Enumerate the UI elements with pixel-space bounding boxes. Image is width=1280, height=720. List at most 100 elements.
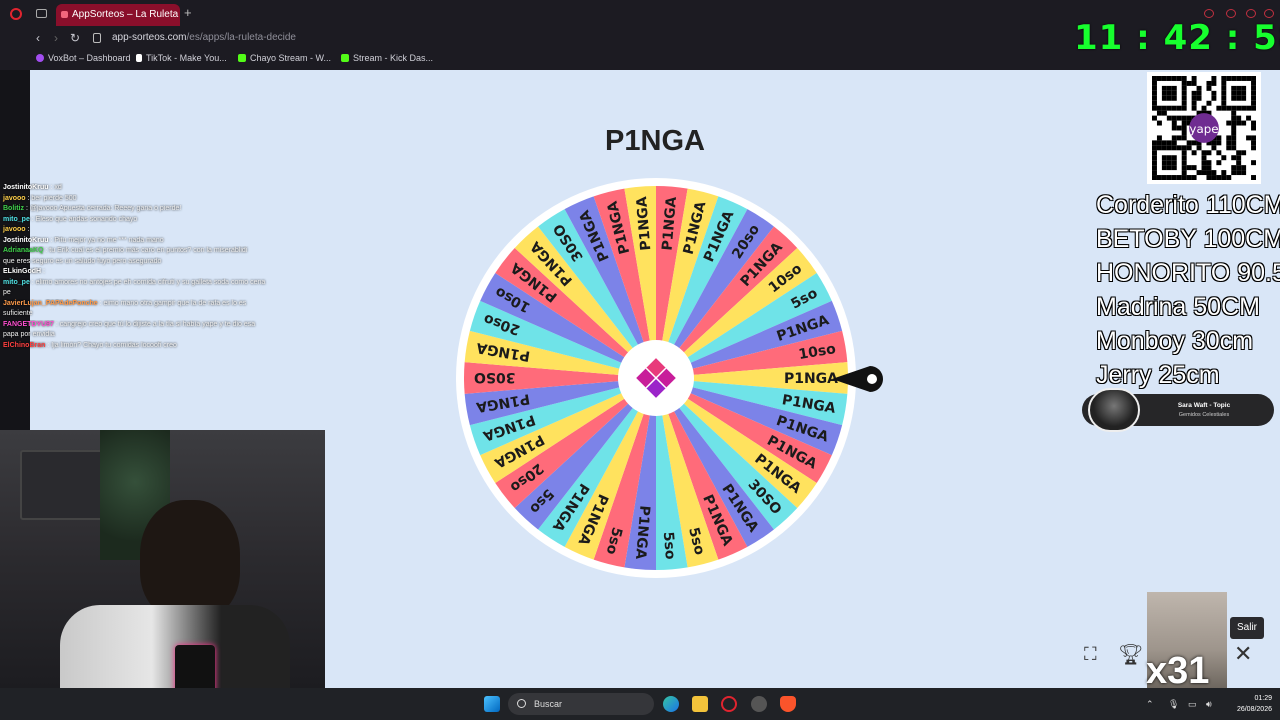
leaderboard-entry: Corderito 110CM [1096, 191, 1280, 219]
search-icon [517, 699, 526, 708]
leaderboard-entry: Jerry 25cm [1096, 361, 1220, 389]
chat-username[interactable]: mito_pe [3, 216, 30, 223]
chat-username[interactable]: javooo [3, 226, 26, 233]
chat-username[interactable]: AdrianaaKQ [3, 247, 43, 254]
chat-message: JavierLujan_PAPAdePonche : eimo mano otr… [0, 299, 325, 310]
chat-message: FANGETDYU97 : cangrejo creo que tú lo di… [0, 320, 325, 331]
chat-text: pe [3, 289, 11, 296]
qr-code-icon: yape [1152, 76, 1256, 180]
lock-icon[interactable] [93, 33, 101, 43]
webcam-feed [0, 430, 325, 690]
chat-username[interactable]: javooo [3, 195, 26, 202]
chat-username[interactable]: JostinitoKruu [3, 237, 49, 244]
url-field[interactable]: app-sorteos.com/es/apps/la-ruleta-decide [112, 32, 296, 43]
minimize-icon[interactable] [1226, 9, 1236, 18]
bookmark-kick-chayo[interactable]: Chayo Stream - W... [238, 53, 331, 63]
kick-icon [238, 54, 246, 62]
chat-message: javooo : [0, 225, 325, 236]
chat-message: ELkinGodH : [0, 267, 325, 278]
windows-start-icon[interactable] [484, 696, 500, 712]
taskbar-clock[interactable]: 01:29 26/08/2026 [1222, 693, 1272, 715]
tiktok-icon [136, 54, 142, 62]
chat-text: suficiente [3, 310, 33, 317]
back-icon[interactable]: ‹ [36, 31, 40, 45]
microphone-icon[interactable]: 🎙︎ [1168, 699, 1179, 710]
bookmark-tiktok[interactable]: TikTok - Make You... [136, 53, 227, 63]
chat-text: : Ija limón? Chayo tu comidas locoofi cr… [45, 341, 177, 349]
url-host: app-sorteos.com [112, 32, 187, 43]
tray-chevron-icon[interactable]: ⌃ [1146, 699, 1154, 710]
close-icon[interactable]: ✕ [1234, 641, 1252, 667]
leaderboard-entry: Monboy 30cm [1096, 327, 1254, 355]
chat-text: : cangrejo creo que tú lo dijiste a la t… [53, 320, 256, 328]
chat-username[interactable]: ELkinGodH [3, 268, 41, 275]
wheel-pointer-icon [832, 366, 883, 392]
chat-text: que eres seguro es un saludo fuyo pero a… [3, 257, 162, 265]
close-window-icon[interactable] [1264, 9, 1274, 18]
wheel-slice-label: 30SO [474, 369, 516, 385]
fullscreen-icon[interactable]: ⛶ [1084, 644, 1097, 665]
chat-message: ElChinoBran : Ija limón? Chayo tu comida… [0, 341, 325, 352]
chat-username[interactable]: Bolitiz [3, 205, 24, 212]
obs-icon[interactable] [751, 696, 767, 712]
chat-username[interactable]: ElChinoBran [3, 342, 45, 349]
reload-icon[interactable]: ↻ [70, 31, 80, 45]
webcam-microphone [175, 645, 215, 690]
chat-username[interactable]: JostinitoKruu [3, 184, 49, 191]
chat-username[interactable]: FANGETDYU97 [3, 321, 54, 328]
taskbar-search[interactable]: Buscar [508, 693, 654, 715]
bookmark-kick-dashboard[interactable]: Stream - Kick Das... [341, 53, 433, 63]
tab-islands-icon[interactable] [36, 9, 47, 18]
bookmark-label: TikTok - Make You... [146, 53, 227, 63]
chat-text: : eimo mano otra gampir que la de rafa e… [97, 299, 247, 307]
chat-message: JostinitoKruu : xd [0, 183, 325, 194]
search-tabs-icon[interactable] [1204, 9, 1214, 18]
chat-text: : tu Erik cual es el premio más caro en … [43, 247, 248, 254]
maximize-icon[interactable] [1246, 9, 1256, 18]
chat-text: : ber pierde 500 [25, 194, 77, 202]
yape-logo-label: yape [1189, 122, 1218, 136]
leaderboard: Corderito 110CM BETOBY 100CM HONORITO 90.5… [1096, 188, 1280, 392]
album-art [1088, 388, 1140, 432]
display-icon[interactable]: ▭ [1188, 699, 1197, 710]
appsorteos-favicon-icon [61, 11, 68, 18]
chat-username[interactable]: mito_pe [3, 279, 30, 286]
file-explorer-icon[interactable] [692, 696, 708, 712]
trophy-icon[interactable]: 🏆︎ [1118, 642, 1143, 667]
volume-icon[interactable]: 🔊︎ [1206, 699, 1212, 710]
chat-message: javooo : ber pierde 500 [0, 194, 325, 205]
brave-icon[interactable] [780, 696, 796, 712]
new-tab-icon[interactable]: + [184, 5, 192, 20]
bookmark-voxbot[interactable]: VoxBot – Dashboard [36, 53, 131, 63]
url-path: /es/apps/la-ruleta-decide [186, 32, 296, 43]
wheel-graphic[interactable]: P1NGA P1NGAP1NGA20soP1NGA10so5soP1NGA10so… [455, 177, 857, 579]
webcam-shelf [20, 450, 110, 520]
opera-gx-icon[interactable] [721, 696, 737, 712]
chat-text: : [25, 226, 30, 233]
taskbar-date: 26/08/2026 [1236, 706, 1272, 713]
leaderboard-entry: HONORITO 90.5C [1096, 259, 1280, 287]
forward-icon[interactable]: › [54, 31, 58, 45]
song-title: Sara Waft - Topic [1177, 402, 1231, 409]
bookmark-label: VoxBot – Dashboard [48, 53, 131, 63]
chat-message: mito_pe : Eleso que andas sonando chayo [0, 215, 325, 226]
opera-logo-icon[interactable] [10, 8, 22, 20]
salir-button[interactable]: Salir [1230, 617, 1264, 639]
tab-appsorteos[interactable]: AppSorteos – La Ruleta de [56, 4, 180, 26]
bookmark-label: Chayo Stream - W... [250, 53, 332, 63]
chat-username[interactable]: JavierLujan_PAPAdePonche [3, 300, 98, 307]
chat-text: : Pitu mejor ya no me *** nada mano [48, 236, 164, 244]
chat-message: Bolitiz : @javooo Apuesta cerrada: Reeey… [0, 204, 325, 215]
chat-text: : [41, 268, 46, 275]
screen: AppSorteos – La Ruleta de + ‹ › ↻ app-so… [0, 0, 1280, 720]
roulette-wheel[interactable]: P1NGA P1NGA P1NGA 20so P1NGA 10so 5so P1NGA 10so… [455, 177, 857, 579]
chat-text: : @javooo Apuesta cerrada: Reeey gana o … [24, 205, 182, 212]
edge-icon[interactable] [663, 696, 679, 712]
wheel-title: P1NGA [605, 125, 705, 157]
windows-taskbar: Buscar ⌃ 🎙︎ ▭ 🔊︎ 01:29 26/08/2026 [0, 688, 1280, 720]
voxbot-icon [36, 54, 44, 62]
chat-text: : xd [48, 184, 62, 191]
leaderboard-entry: Madrina 50CM [1096, 293, 1260, 321]
stream-chat: JostinitoKruu : xd javooo : ber pierde 50… [0, 183, 325, 423]
kick-icon [341, 54, 349, 62]
